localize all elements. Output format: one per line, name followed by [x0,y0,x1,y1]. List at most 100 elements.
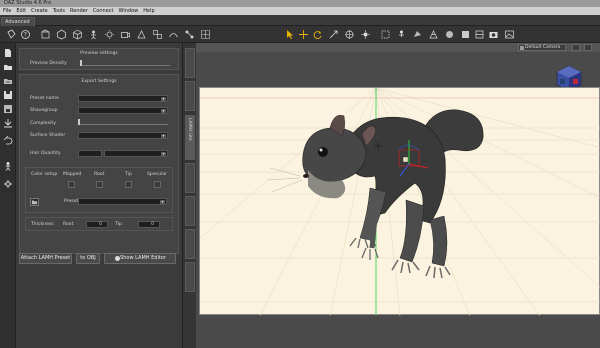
help-icon[interactable]: ? [20,29,31,40]
to-obj-button[interactable]: to OBJ [76,253,100,264]
viewport-menu-icon[interactable] [572,44,580,51]
menu-render[interactable]: Render [70,7,88,15]
preview-density-slider[interactable] [80,60,170,66]
geometry-icon[interactable] [200,29,211,40]
pane-tab[interactable] [185,81,195,111]
slider-knob[interactable] [78,119,80,125]
root-label: Root [94,172,105,177]
specular-label: Specular [147,172,168,177]
mapped-checkbox[interactable] [68,181,75,188]
image-icon[interactable] [504,29,515,40]
pane-tab[interactable] [185,163,195,193]
show-lamh-editor-label: Show LAMH Editor [120,255,166,261]
tab-advanced[interactable]: Advanced [1,17,35,26]
region-icon[interactable] [380,29,391,40]
root-thickness-field[interactable]: 0 [86,221,108,228]
menu-help[interactable]: Help [143,7,154,15]
merge-file-icon[interactable] [3,76,13,86]
group-icon[interactable] [152,29,163,40]
thickness-label: Thickness [31,222,54,227]
joint-icon[interactable] [184,29,195,40]
preset-name-dropdown[interactable]: ▾ [78,95,168,102]
camera-label: Default Camera [525,45,561,50]
surface-shader-label: Surface Shader [30,133,66,138]
scene-canvas [200,88,600,316]
settings-icon[interactable] [3,179,13,189]
tab-row: Advanced [0,15,600,26]
preview-settings-header: Preview settings [80,51,118,56]
menu-create[interactable]: Create [31,7,48,15]
render-settings-icon[interactable] [474,29,485,40]
color-preset-dropdown[interactable]: ▾ [78,198,167,205]
menu-connect[interactable]: Connect [93,7,114,15]
light-icon[interactable] [104,29,115,40]
hair-quantity-dropdown[interactable]: ▾ [104,150,168,157]
camera-selector[interactable]: Default Camera [518,44,566,51]
camera-create-icon[interactable] [120,29,131,40]
draw-style-icon[interactable] [584,44,592,51]
root-color-swatch[interactable] [96,181,103,188]
pane-tab[interactable] [185,48,195,78]
viewport[interactable]: Default Camera [196,43,600,348]
universal-tool-icon[interactable] [344,29,355,40]
spot-render-icon[interactable] [444,29,455,40]
pointer-tool-icon[interactable] [284,29,295,40]
preset-folder-icon[interactable] [30,198,39,206]
pane-tab[interactable] [185,196,195,226]
chevron-down-icon: ▾ [161,133,166,138]
menu-file[interactable]: File [3,7,11,15]
scale-tool-icon[interactable] [328,29,339,40]
color-setup-label: Color setup [31,172,58,177]
rotate-tool-icon[interactable] [312,29,323,40]
surface-shader-dropdown[interactable]: ▾ [78,132,168,139]
tip-thickness-field[interactable]: 0 [138,221,160,228]
viewport-toolbar: Default Camera [196,43,600,52]
attach-lamh-preset-button[interactable]: Attach LAMH Preset [19,253,72,264]
pane-tab-label: LAMH Lite [187,118,192,141]
pane-tab[interactable] [185,262,195,292]
open-file-icon[interactable] [3,62,13,72]
move-tool-icon[interactable] [298,29,309,40]
save-icon[interactable] [3,90,13,100]
render-icon[interactable] [488,29,499,40]
figure-select-icon[interactable] [3,161,13,171]
surface-selection-icon[interactable] [412,29,423,40]
node-icon[interactable] [136,29,147,40]
render-frame [199,87,600,316]
complexity-label: Complexity [30,121,56,126]
joint-editor-icon[interactable] [396,29,407,40]
specular-color-swatch[interactable] [154,181,161,188]
morph-icon[interactable] [168,29,179,40]
menu-tools[interactable]: Tools [53,7,65,15]
new-file-icon[interactable] [3,48,13,58]
tip-color-swatch[interactable] [125,181,132,188]
export-icon[interactable] [3,118,13,128]
pose-tool-icon[interactable] [6,29,17,40]
pane-tab-lamh-lite[interactable]: LAMH Lite [185,115,195,160]
menu-bar: File Edit Create Tools Render Connect Wi… [0,7,600,15]
scene-tool-icon[interactable] [40,29,51,40]
undo-icon[interactable] [3,135,13,145]
menu-edit[interactable]: Edit [16,7,26,15]
main-toolbar: ? [0,26,600,43]
cube-icon[interactable] [72,29,83,40]
transform-icon[interactable] [460,29,471,40]
tip-label: Tip [125,172,132,177]
node-select-icon[interactable] [360,29,371,40]
slider-knob[interactable] [80,60,82,66]
show-lamh-editor-button[interactable]: Show LAMH Editor [104,253,176,264]
primitive-icon[interactable] [56,29,67,40]
complexity-slider[interactable] [78,119,168,125]
pane-tab[interactable] [185,229,195,259]
tip-thickness-label: Tip [115,222,122,227]
figure-icon[interactable] [88,29,99,40]
shavegroup-dropdown[interactable]: ▾ [78,107,168,114]
save-as-icon[interactable] [3,104,13,114]
chevron-down-icon: ▾ [161,96,166,101]
window-title: DAZ Studio 4.6 Pro [4,0,52,6]
geometry-editor-icon[interactable] [428,29,439,40]
preview-density-label: Preview Density [30,61,67,66]
hair-quantity-field[interactable] [78,150,102,157]
menu-window[interactable]: Window [119,7,139,15]
preset-label: Preset [64,199,79,204]
